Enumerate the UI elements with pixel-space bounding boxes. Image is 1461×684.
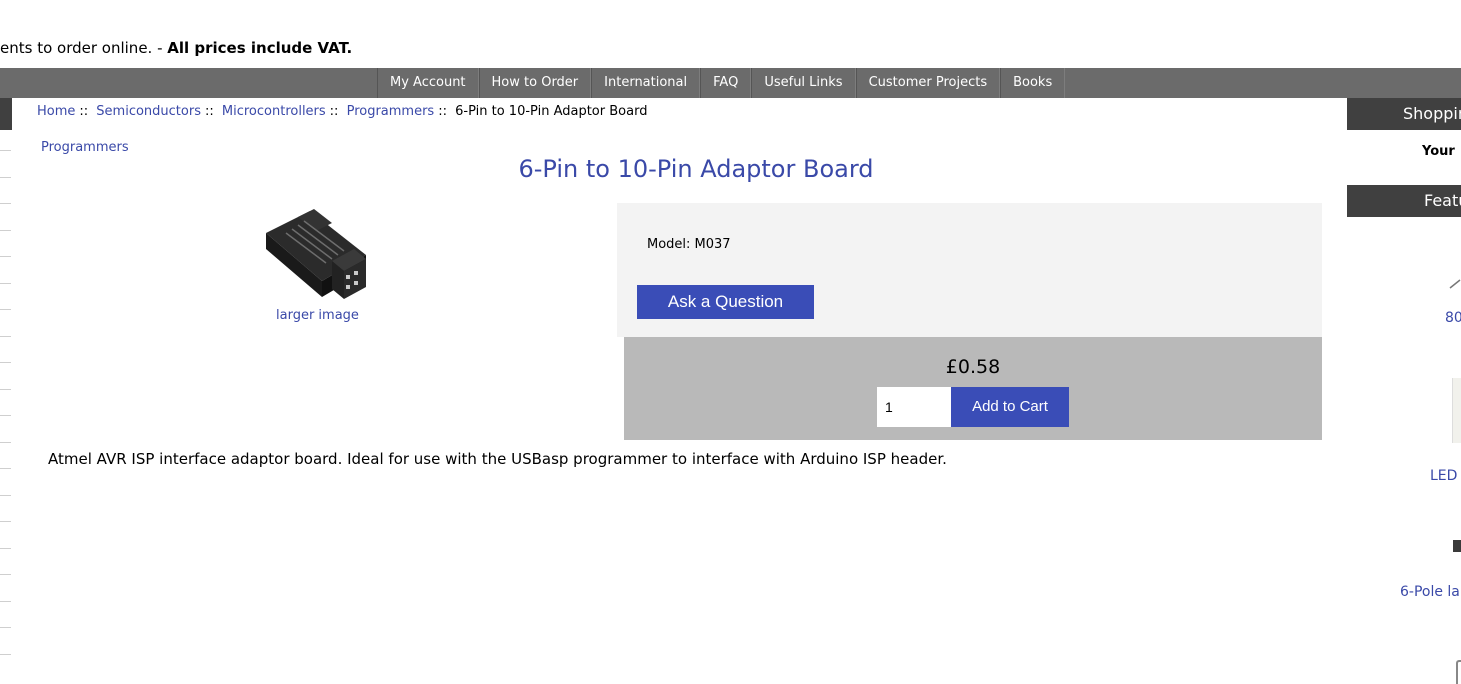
breadcrumb-programmers[interactable]: Programmers xyxy=(347,104,435,119)
featured-heading: Featu xyxy=(1347,185,1461,217)
product-price: £0.58 xyxy=(945,356,1001,378)
nav-faq[interactable]: FAQ xyxy=(700,68,752,98)
top-nav: My Account How to Order International FA… xyxy=(0,68,1461,98)
product-description: Atmel AVR ISP interface adaptor board. I… xyxy=(48,450,947,468)
nav-books[interactable]: Books xyxy=(1000,68,1066,98)
nav-how-to-order[interactable]: How to Order xyxy=(478,68,592,98)
featured-item-2-image[interactable] xyxy=(1452,378,1461,443)
breadcrumb-semiconductors[interactable]: Semiconductors xyxy=(96,104,201,119)
larger-image-link[interactable]: larger image xyxy=(276,308,359,323)
featured-item-1-image[interactable] xyxy=(1448,275,1461,289)
header-notice-text: ents to order online. - xyxy=(0,39,168,57)
add-to-cart-box: £0.58 Add to Cart xyxy=(624,337,1322,440)
page-title: 6-Pin to 10-Pin Adaptor Board xyxy=(518,155,874,183)
nav-customer-projects[interactable]: Customer Projects xyxy=(855,68,1001,98)
cart-status-text: Your xyxy=(1422,144,1455,159)
featured-item-4-image[interactable] xyxy=(1456,660,1461,684)
category-link[interactable]: Programmers xyxy=(41,140,129,155)
product-image[interactable] xyxy=(262,203,370,305)
breadcrumb-separator: :: xyxy=(79,104,89,119)
breadcrumb-home[interactable]: Home xyxy=(37,104,75,119)
breadcrumb-separator: :: xyxy=(438,104,447,119)
nav-international[interactable]: International xyxy=(591,68,701,98)
product-info-box: Model: M037 Ask a Question xyxy=(617,203,1322,337)
add-to-cart-button[interactable]: Add to Cart xyxy=(951,387,1069,427)
left-sidebar-edge xyxy=(0,150,12,680)
header-notice: ents to order online. - All prices inclu… xyxy=(0,39,352,57)
featured-item-2-link[interactable]: LED xyxy=(1430,468,1457,484)
left-sidebar-header xyxy=(0,98,12,130)
featured-item-3-image[interactable] xyxy=(1452,537,1461,555)
nav-useful-links[interactable]: Useful Links xyxy=(751,68,856,98)
model-number: Model: M037 xyxy=(647,237,731,252)
breadcrumb-separator: :: xyxy=(204,104,214,119)
ask-question-button[interactable]: Ask a Question xyxy=(637,285,814,319)
nav-my-account[interactable]: My Account xyxy=(377,68,479,98)
featured-item-1-link[interactable]: 80 xyxy=(1445,310,1461,326)
shopping-cart-heading: Shoppin xyxy=(1347,98,1461,130)
breadcrumb-microcontrollers[interactable]: Microcontrollers xyxy=(222,104,326,119)
quantity-input[interactable] xyxy=(877,387,951,427)
featured-item-3-link[interactable]: 6-Pole la xyxy=(1400,584,1460,600)
breadcrumb-current: 6-Pin to 10-Pin Adaptor Board xyxy=(455,104,648,119)
breadcrumb: Home:: Semiconductors:: Microcontrollers… xyxy=(37,104,647,119)
breadcrumb-separator: :: xyxy=(329,104,339,119)
vat-notice: All prices include VAT. xyxy=(167,39,353,57)
